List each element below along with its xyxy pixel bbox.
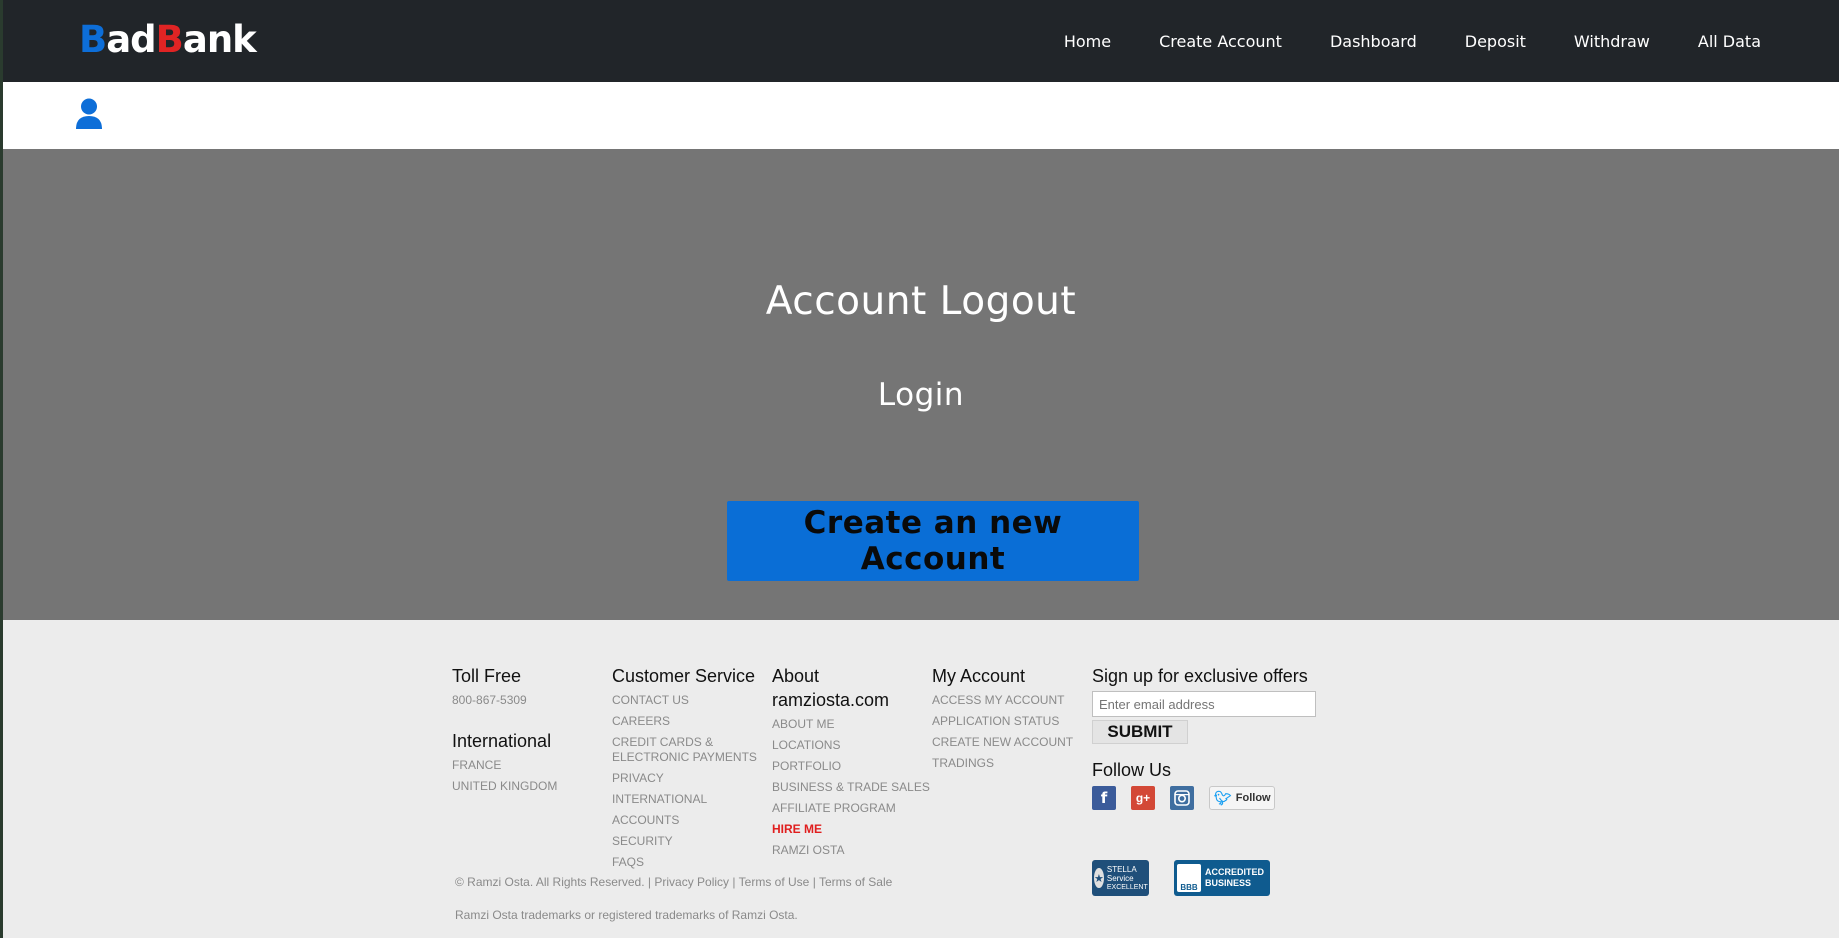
twitter-follow-button[interactable]: 🐦︎ Follow: [1209, 786, 1275, 810]
footer: Toll Free 800-867-5309 International FRA…: [3, 620, 1839, 938]
international-accounts-link[interactable]: INTERNATIONAL ACCOUNTS: [612, 789, 772, 831]
user-icon[interactable]: [75, 98, 103, 130]
footer-col-contact: Toll Free 800-867-5309 International FRA…: [452, 664, 602, 797]
facebook-icon[interactable]: f: [1092, 786, 1116, 810]
login-link[interactable]: Login: [3, 377, 1839, 413]
tradings-link[interactable]: TRADINGS: [932, 753, 1092, 774]
main-panel: Account Logout Login Create an new Accou…: [3, 149, 1839, 620]
brand-letter-b2: B: [155, 18, 184, 61]
follow-us-heading: Follow Us: [1092, 760, 1172, 780]
brand-letter-b: B: [79, 18, 107, 61]
brand-text-ank: ank: [182, 18, 257, 61]
trust-badges: ★ STELLA Service EXCELLENT BBB ACCREDITE…: [1092, 860, 1270, 896]
international-heading: International: [452, 731, 552, 751]
nav-withdraw[interactable]: Withdraw: [1574, 32, 1650, 51]
nav-dashboard[interactable]: Dashboard: [1330, 32, 1417, 51]
page-title: Account Logout: [765, 279, 1077, 324]
careers-link[interactable]: CAREERS: [612, 711, 772, 732]
stella-star-icon: ★: [1094, 868, 1104, 888]
instagram-glyph-icon: [1174, 790, 1190, 806]
credit-cards-link[interactable]: CREDIT CARDS & ELECTRONIC PAYMENTS: [612, 735, 772, 765]
trademark-text: Ramzi Osta trademarks or registered trad…: [455, 908, 798, 922]
brand-text-ad: ad: [106, 18, 156, 61]
legal-links: © Ramzi Osta. All Rights Reserved. | Pri…: [455, 875, 892, 889]
footer-col-about: About ramziosta.com ABOUT ME LOCATIONS P…: [772, 664, 932, 861]
brand-logo[interactable]: BadBank: [79, 18, 257, 62]
stella-line1: STELLA: [1106, 864, 1137, 874]
application-status-link[interactable]: APPLICATION STATUS: [932, 711, 1092, 732]
legal-separator: |: [732, 875, 736, 889]
user-bar: [3, 82, 1839, 149]
email-input[interactable]: [1092, 691, 1316, 717]
browser-viewport: BadBank Home Create Account Dashboard De…: [3, 0, 1839, 938]
bbb-line2: BUSINESS: [1205, 878, 1252, 888]
access-my-account-link[interactable]: ACCESS MY ACCOUNT: [932, 690, 1092, 711]
bbb-accredited-badge[interactable]: BBB ACCREDITED BUSINESS: [1174, 860, 1270, 896]
bbb-line1: ACCREDITED: [1205, 867, 1265, 877]
nav-create-account[interactable]: Create Account: [1159, 32, 1282, 51]
footer-col-signup: Sign up for exclusive offers SUBMIT Foll…: [1092, 664, 1352, 810]
footer-col-customer-service: Customer Service CONTACT US CAREERS CRED…: [612, 664, 772, 873]
submit-button[interactable]: SUBMIT: [1092, 720, 1188, 744]
bbb-logo-icon: BBB: [1177, 864, 1201, 892]
signup-heading: Sign up for exclusive offers: [1092, 666, 1308, 686]
bbb-text: ACCREDITED BUSINESS: [1205, 867, 1264, 889]
create-new-account-link[interactable]: CREATE NEW ACCOUNT: [932, 732, 1092, 753]
twitter-bird-icon: 🐦︎: [1214, 789, 1232, 806]
credit-cards-line2: ELECTRONIC PAYMENTS: [612, 750, 757, 764]
business-trade-sales-link[interactable]: BUSINESS & TRADE SALES: [772, 777, 932, 798]
social-links: f g+ 🐦︎ Follow: [1092, 786, 1352, 810]
privacy-policy-link[interactable]: Privacy Policy: [654, 875, 729, 889]
my-account-heading: My Account: [932, 666, 1026, 686]
toll-free-heading: Toll Free: [452, 666, 522, 686]
nav-home[interactable]: Home: [1064, 32, 1111, 51]
instagram-icon[interactable]: [1170, 786, 1194, 810]
nav-links: Home Create Account Dashboard Deposit Wi…: [1016, 0, 1761, 82]
international-france-link[interactable]: FRANCE: [452, 755, 602, 776]
stella-line2: Service: [1106, 873, 1134, 883]
affiliate-program-link[interactable]: AFFILIATE PROGRAM: [772, 798, 932, 819]
create-account-button[interactable]: Create an new Account: [727, 501, 1139, 581]
about-me-link[interactable]: ABOUT ME: [772, 714, 932, 735]
google-plus-icon[interactable]: g+: [1131, 786, 1155, 810]
customer-service-heading: Customer Service: [612, 666, 756, 686]
navbar: BadBank Home Create Account Dashboard De…: [3, 0, 1839, 82]
portfolio-link[interactable]: PORTFOLIO: [772, 756, 932, 777]
stella-service-badge[interactable]: ★ STELLA Service EXCELLENT: [1092, 860, 1149, 896]
ramzi-osta-link[interactable]: RAMZI OSTA: [772, 840, 932, 861]
legal-separator: |: [812, 875, 816, 889]
copyright-text: © Ramzi Osta. All Rights Reserved. |: [455, 875, 652, 889]
stella-line3: EXCELLENT: [1106, 883, 1148, 891]
terms-of-sale-link[interactable]: Terms of Sale: [819, 875, 892, 889]
faqs-link[interactable]: FAQS: [612, 852, 772, 873]
stella-text: STELLA Service EXCELLENT: [1107, 865, 1148, 892]
contact-us-link[interactable]: CONTACT US: [612, 690, 772, 711]
locations-link[interactable]: LOCATIONS: [772, 735, 932, 756]
hire-me-link[interactable]: HIRE ME: [772, 819, 932, 840]
international-uk-link[interactable]: UNITED KINGDOM: [452, 776, 602, 797]
credit-cards-line1: CREDIT CARDS &: [612, 735, 714, 749]
privacy-link[interactable]: PRIVACY: [612, 768, 772, 789]
nav-deposit[interactable]: Deposit: [1465, 32, 1526, 51]
footer-col-my-account: My Account ACCESS MY ACCOUNT APPLICATION…: [932, 664, 1092, 774]
toll-free-phone: 800-867-5309: [452, 693, 527, 707]
about-heading-line1: About: [772, 666, 820, 686]
nav-all-data[interactable]: All Data: [1698, 32, 1761, 51]
twitter-follow-label: Follow: [1235, 792, 1271, 804]
about-heading-line2: ramziosta.com: [772, 690, 890, 710]
security-link[interactable]: SECURITY: [612, 831, 772, 852]
terms-of-use-link[interactable]: Terms of Use: [739, 875, 810, 889]
